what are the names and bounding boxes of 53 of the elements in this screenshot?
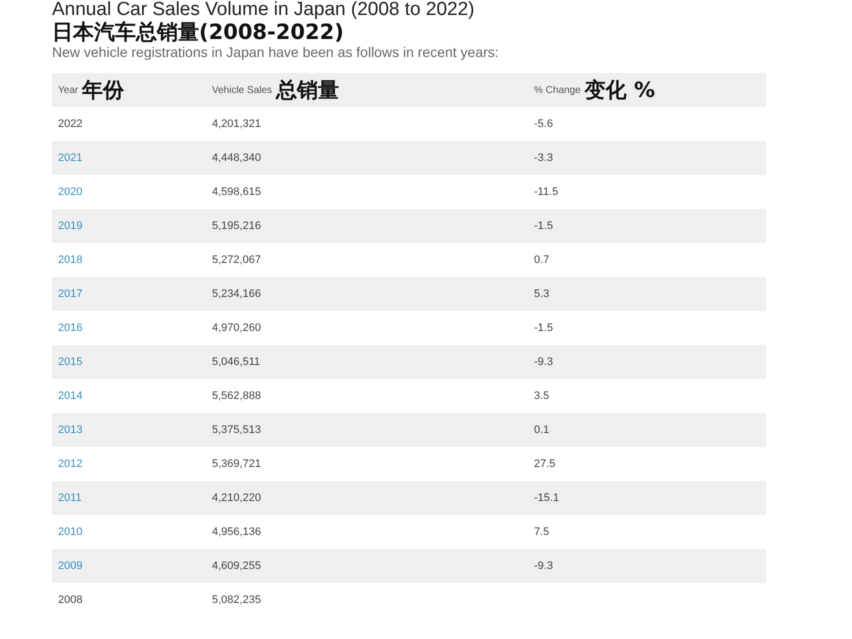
- table-cell: 5,375,513: [212, 424, 261, 436]
- table-cell: 0.1: [534, 424, 550, 436]
- table-cell: 4,201,321: [212, 118, 261, 130]
- year-link[interactable]: 2009: [58, 560, 82, 572]
- table-cell: -11.5: [534, 186, 558, 198]
- year-link[interactable]: 2010: [58, 526, 82, 538]
- table-cell: 27.5: [534, 458, 556, 470]
- year-link[interactable]: 2016: [58, 322, 82, 334]
- page-title: Annual Car Sales Volume in Japan (2008 to 2022): [52, 0, 476, 20]
- table-cell: 7.5: [534, 526, 550, 538]
- table-cell: 5,562,888: [212, 390, 261, 402]
- year-link[interactable]: 2015: [58, 356, 82, 368]
- table-cell: -1.5: [534, 220, 553, 232]
- year-link[interactable]: 2021: [58, 152, 82, 164]
- table-cell: 4,956,136: [212, 526, 261, 538]
- year-link[interactable]: 2012: [58, 458, 82, 470]
- table-cell: 3.5: [534, 390, 550, 402]
- year-link[interactable]: 2019: [58, 220, 82, 232]
- table-cell: 2022: [58, 118, 82, 130]
- table-cell: 5,195,216: [212, 220, 261, 232]
- table-cell: 5,234,166: [212, 288, 261, 300]
- table-cell: 0.7: [534, 254, 550, 266]
- table-cell: 5,369,721: [212, 458, 261, 470]
- table-cell: 4,448,340: [212, 152, 261, 164]
- table-cell: 4,609,255: [212, 560, 261, 572]
- year-link[interactable]: 2020: [58, 186, 82, 198]
- year-link[interactable]: 2013: [58, 424, 82, 436]
- table-cell: 5,046,511: [212, 356, 260, 368]
- table-cell: 5.3: [534, 288, 550, 300]
- table-cell: -1.5: [534, 322, 553, 334]
- table-cell: -15.1: [534, 492, 560, 504]
- table-cell: 2008: [58, 594, 82, 606]
- column-header: Year: [58, 84, 78, 96]
- page-title: 日本汽车总销量(2008-2022): [52, 20, 345, 44]
- intro-text: New vehicle registrations in Japan have been as follows in recent years:: [52, 44, 500, 61]
- column-header: 年份: [82, 77, 124, 104]
- table-cell: 4,598,615: [212, 186, 261, 198]
- year-link[interactable]: 2017: [58, 288, 82, 300]
- table-cell: 5,272,067: [212, 254, 261, 266]
- column-header: Vehicle Sales: [212, 84, 272, 96]
- table-cell: 5,082,235: [212, 594, 261, 606]
- column-header: 变化 %: [584, 77, 656, 104]
- column-header: 总销量: [276, 77, 340, 104]
- table-cell: -3.3: [534, 152, 553, 164]
- year-link[interactable]: 2011: [58, 492, 82, 504]
- table-cell: -9.3: [534, 356, 553, 368]
- year-link[interactable]: 2018: [58, 254, 82, 266]
- column-header: % Change: [534, 84, 581, 96]
- table-cell: -5.6: [534, 118, 553, 130]
- table-cell: 4,970,260: [212, 322, 261, 334]
- year-link[interactable]: 2014: [58, 390, 82, 402]
- table-cell: -9.3: [534, 560, 553, 572]
- table-cell: 4,210,220: [212, 492, 261, 504]
